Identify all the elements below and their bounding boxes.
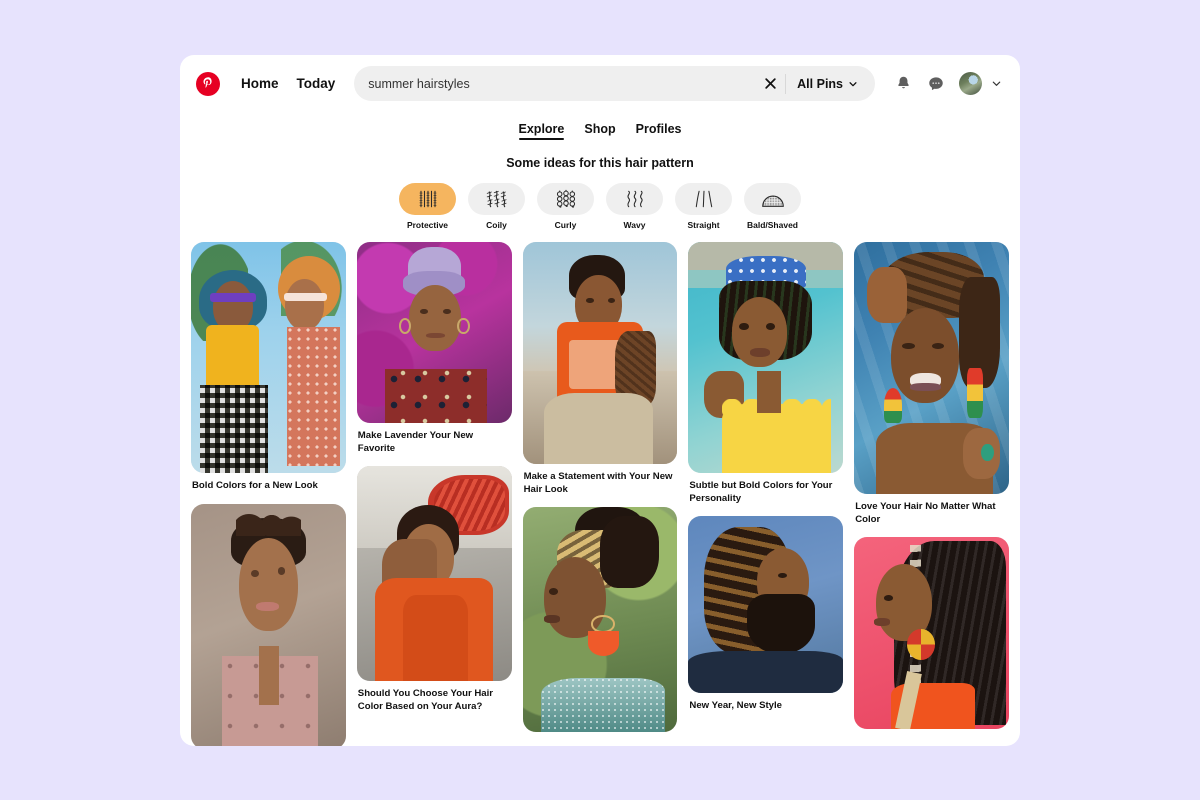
hair-pattern-label: Straight [687, 220, 720, 230]
coily-hair-icon [468, 183, 525, 215]
hair-pattern-chip-bald-shaved[interactable]: Bald/Shaved [744, 183, 801, 230]
pin-title: Make Lavender Your New Favorite [357, 430, 474, 454]
pin-image[interactable] [356, 466, 512, 682]
pin-card[interactable]: New Year, New Style [688, 516, 844, 713]
pin-card[interactable]: Make Lavender Your New Favorite [356, 242, 512, 455]
hair-pattern-label: Coily [486, 220, 507, 230]
tab-explore[interactable]: Explore [518, 122, 564, 140]
pin-card[interactable]: Subtle but Bold Colors for Your Personal… [688, 242, 844, 505]
all-pins-label: All Pins [797, 76, 843, 91]
app-header: Home Today All Pins [180, 55, 1020, 112]
pin-title: Bold Colors for a New Look [192, 480, 318, 491]
content-tabs: Explore Shop Profiles [180, 122, 1020, 140]
hair-pattern-chip-protective[interactable]: Protective [399, 183, 456, 230]
nav-today[interactable]: Today [288, 70, 345, 97]
curly-hair-icon [537, 183, 594, 215]
chevron-down-icon [849, 81, 857, 86]
pin-card[interactable]: Love Your Hair No Matter What Color [854, 242, 1009, 526]
hair-pattern-label: Wavy [623, 220, 646, 230]
pin-card[interactable] [522, 507, 678, 733]
hair-pattern-chip-curly[interactable]: Curly [537, 183, 594, 230]
hair-pattern-filters: Protective Coily Curly Wavy Straight Bal… [180, 183, 1020, 230]
pin-image[interactable] [854, 537, 1009, 730]
account-chevron-down-icon[interactable] [986, 71, 1006, 97]
pin-column-4: Subtle but Bold Colors for Your Personal… [688, 242, 844, 713]
pin-card[interactable]: Should You Choose Your Hair Color Based … [356, 466, 512, 713]
clear-search-icon[interactable] [755, 69, 785, 99]
pin-image[interactable] [854, 242, 1009, 494]
pin-title: Love Your Hair No Matter What Color [855, 501, 996, 525]
pin-title: New Year, New Style [689, 700, 783, 712]
tab-shop[interactable]: Shop [584, 122, 615, 140]
pin-card[interactable] [191, 503, 346, 746]
pin-card[interactable]: Bold Colors for a New Look [191, 242, 346, 493]
pin-image[interactable] [356, 242, 512, 423]
pin-image[interactable] [688, 516, 844, 694]
section-title: Some ideas for this hair pattern [506, 156, 694, 170]
notifications-icon[interactable] [888, 69, 918, 99]
wavy-hair-icon [606, 183, 663, 215]
pin-column-2: Make Lavender Your New Favorite Should Y… [356, 242, 512, 714]
pin-title: Should You Choose Your Hair Color Based … [357, 688, 494, 712]
hair-pattern-chip-wavy[interactable]: Wavy [606, 183, 663, 230]
pin-column-3: Make a Statement with Your New Hair Look [522, 242, 678, 733]
pin-image[interactable] [191, 503, 346, 746]
bald-shaved-hair-icon [744, 183, 801, 215]
protective-hair-icon [399, 183, 456, 215]
pin-image[interactable] [522, 242, 678, 464]
hair-pattern-chip-coily[interactable]: Coily [468, 183, 525, 230]
pin-column-5: Love Your Hair No Matter What Color [854, 242, 1009, 730]
pin-title: Subtle but Bold Colors for Your Personal… [689, 480, 833, 504]
pin-grid: Bold Colors for a New Look Make Lavender… [180, 230, 1020, 746]
search-bar: All Pins [354, 66, 875, 101]
messages-icon[interactable] [921, 69, 951, 99]
hair-pattern-label: Curly [554, 220, 577, 230]
avatar[interactable] [959, 72, 982, 95]
all-pins-dropdown[interactable]: All Pins [786, 77, 871, 91]
hair-pattern-chip-straight[interactable]: Straight [675, 183, 732, 230]
pin-column-1: Bold Colors for a New Look [191, 242, 346, 746]
pin-image[interactable] [688, 242, 844, 473]
nav-home[interactable]: Home [232, 70, 288, 97]
hair-pattern-label: Bald/Shaved [746, 220, 799, 230]
pin-card[interactable] [854, 537, 1009, 730]
pin-image[interactable] [191, 242, 346, 473]
hair-pattern-label: Protective [406, 220, 449, 230]
straight-hair-icon [675, 183, 732, 215]
pin-title: Make a Statement with Your New Hair Look [523, 471, 673, 495]
search-input[interactable] [354, 66, 756, 101]
pin-card[interactable]: Make a Statement with Your New Hair Look [522, 242, 678, 496]
pinterest-app-window: Home Today All Pins [180, 55, 1020, 746]
tab-profiles[interactable]: Profiles [636, 122, 682, 140]
pinterest-logo-icon[interactable] [196, 71, 220, 96]
pin-image[interactable] [522, 507, 678, 733]
